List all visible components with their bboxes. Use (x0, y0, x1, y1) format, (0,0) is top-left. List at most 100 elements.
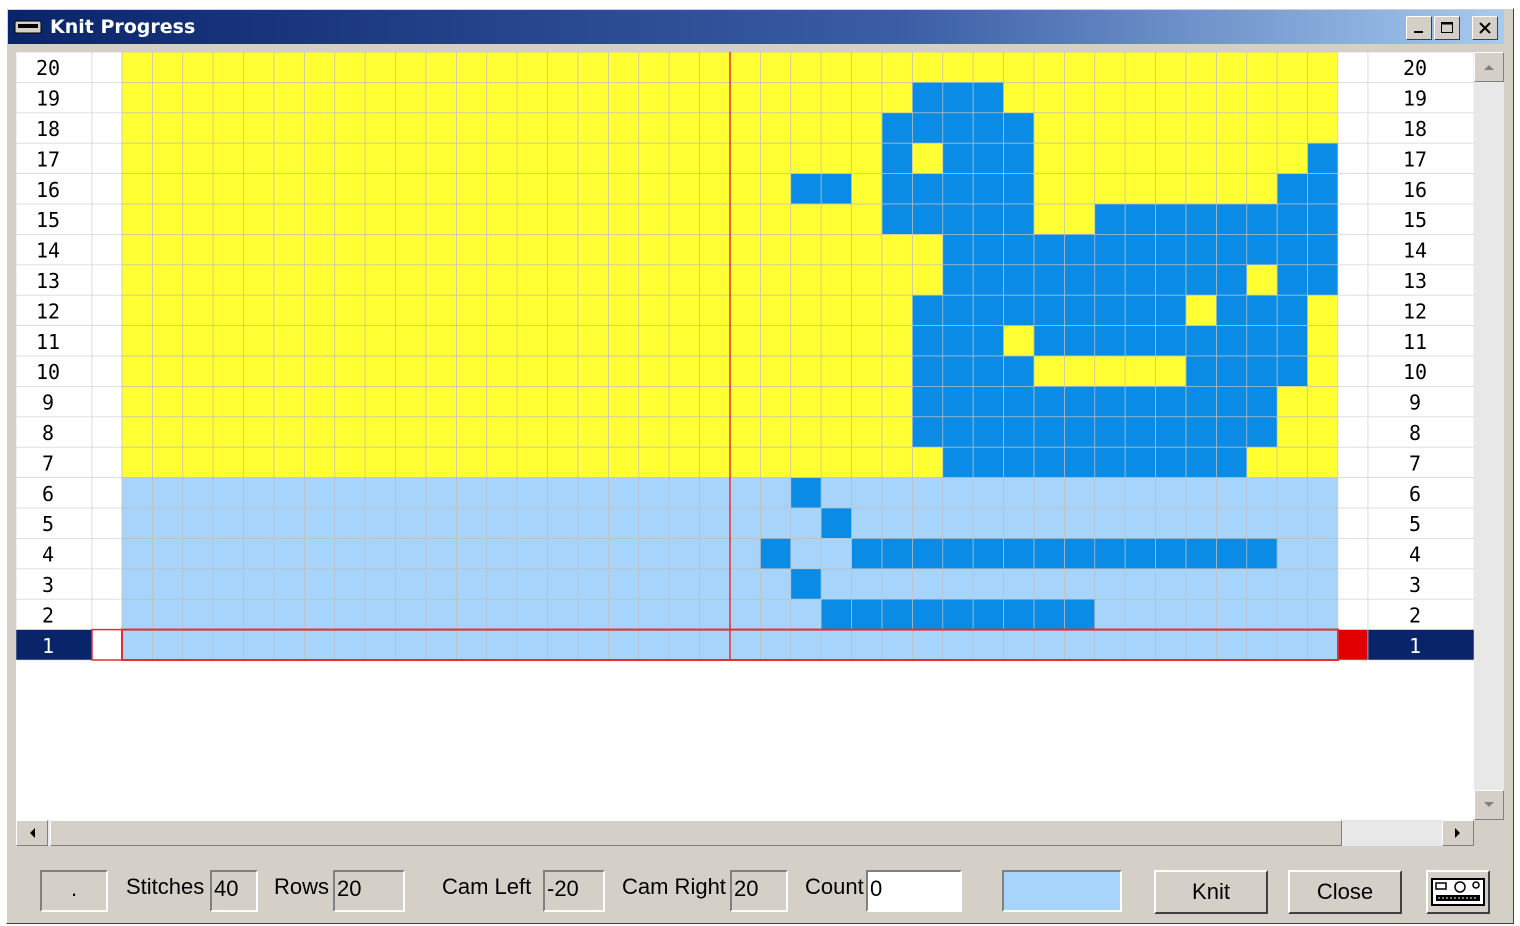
stitch-cell[interactable] (152, 568, 184, 600)
stitch-cell[interactable] (1216, 294, 1248, 326)
stitch-cell[interactable] (608, 507, 640, 539)
stitch-cell[interactable] (912, 507, 944, 539)
stitch-cell[interactable] (456, 477, 488, 509)
stitch-cell[interactable] (1124, 446, 1156, 478)
stitch-cell[interactable] (942, 568, 974, 600)
stitch-cell[interactable] (395, 507, 427, 539)
stitch-cell[interactable] (456, 234, 488, 266)
pattern-grid-area[interactable]: 20 20 19 19 18 18 17 17 16 16 15 15 14 14 13 13 12 12 11 11… (16, 52, 1474, 820)
stitch-cell[interactable] (851, 477, 883, 509)
stitch-cell[interactable] (152, 52, 184, 83)
stitch-cell[interactable] (243, 264, 275, 296)
stitch-cell[interactable] (486, 629, 518, 661)
stitch-cell[interactable] (304, 477, 336, 509)
stitch-cell[interactable] (1307, 82, 1339, 114)
stitch-cell[interactable] (668, 629, 700, 661)
stitch-cell[interactable] (1276, 477, 1308, 509)
stitch-cell[interactable] (1307, 538, 1339, 570)
stitch-cell[interactable] (304, 629, 336, 661)
stitch-cell[interactable] (881, 446, 913, 478)
pattern-row[interactable]: 77 (16, 446, 1474, 478)
stitch-cell[interactable] (516, 142, 548, 174)
pattern-row[interactable]: 19 19 (16, 82, 1474, 114)
stitch-cell[interactable] (912, 52, 944, 83)
stitch-cell[interactable] (212, 538, 244, 570)
stitch-cell[interactable] (456, 52, 488, 83)
stitch-cell[interactable] (1307, 264, 1339, 296)
stitch-cell[interactable] (364, 629, 396, 661)
stitch-cell[interactable] (243, 203, 275, 235)
stitch-cell[interactable] (364, 52, 396, 83)
stitch-cell[interactable] (456, 538, 488, 570)
stitch-cell[interactable] (121, 355, 153, 387)
stitch-cell[interactable] (152, 112, 184, 144)
stitch-cell[interactable] (547, 112, 579, 144)
stitch-cell[interactable] (547, 264, 579, 296)
stitch-cell[interactable] (547, 568, 579, 600)
stitch-cell[interactable] (972, 325, 1004, 357)
stitch-cell[interactable] (608, 446, 640, 478)
stitch-cell[interactable] (1216, 112, 1248, 144)
stitch-cell[interactable] (334, 538, 366, 570)
stitch-cell[interactable] (851, 264, 883, 296)
stitch-cell[interactable] (638, 142, 670, 174)
stitch-cell[interactable] (1033, 264, 1065, 296)
stitch-cell[interactable] (121, 538, 153, 570)
stitch-cell[interactable] (364, 82, 396, 114)
stitch-cell[interactable] (304, 446, 336, 478)
stitch-cell[interactable] (1155, 264, 1187, 296)
stitch-cell[interactable] (304, 568, 336, 600)
stitch-cell[interactable] (1094, 629, 1126, 661)
stitch-cell[interactable] (1216, 264, 1248, 296)
stitch-cell[interactable] (912, 416, 944, 448)
stitch-cell[interactable] (1185, 477, 1217, 509)
stitch-cell[interactable] (1185, 325, 1217, 357)
stitch-cell[interactable] (121, 386, 153, 418)
stitch-cell[interactable] (972, 264, 1004, 296)
stitch-cell[interactable] (608, 82, 640, 114)
stitch-cell[interactable] (486, 173, 518, 205)
stitch-cell[interactable] (364, 112, 396, 144)
stitch-cell[interactable] (1155, 568, 1187, 600)
stitch-cell[interactable] (516, 82, 548, 114)
stitch-cell[interactable] (1276, 294, 1308, 326)
stitch-cell[interactable] (608, 234, 640, 266)
stitch-cell[interactable] (364, 203, 396, 235)
pattern-row[interactable]: 99 (16, 386, 1474, 418)
stitch-cell[interactable] (699, 446, 731, 478)
scroll-right-button[interactable] (1442, 820, 1474, 846)
stitch-cell[interactable] (273, 629, 305, 661)
stitch-cell[interactable] (1094, 203, 1126, 235)
stitch-cell[interactable] (121, 598, 153, 630)
stitch-cell[interactable] (1155, 598, 1187, 630)
stitch-cell[interactable] (1307, 325, 1339, 357)
pattern-row[interactable]: 10 10 (16, 355, 1474, 387)
stitch-cell[interactable] (547, 416, 579, 448)
stitch-cell[interactable] (1185, 234, 1217, 266)
stitch-cell[interactable] (1185, 203, 1217, 235)
stitch-cell[interactable] (182, 507, 214, 539)
stitch-cell[interactable] (364, 325, 396, 357)
stitch-cell[interactable] (1094, 82, 1126, 114)
stitch-cell[interactable] (1094, 173, 1126, 205)
stitch-cell[interactable] (912, 598, 944, 630)
stitch-cell[interactable] (942, 264, 974, 296)
stitch-cell[interactable] (395, 477, 427, 509)
stitch-cell[interactable] (121, 112, 153, 144)
stitch-cell[interactable] (577, 264, 609, 296)
stitch-cell[interactable] (456, 386, 488, 418)
scroll-left-button[interactable] (16, 820, 48, 846)
stitch-cell[interactable] (395, 203, 427, 235)
stitch-cell[interactable] (456, 355, 488, 387)
stitch-cell[interactable] (1276, 112, 1308, 144)
stitch-cell[interactable] (516, 325, 548, 357)
stitch-cell[interactable] (729, 538, 761, 570)
stitch-cell[interactable] (304, 355, 336, 387)
stitch-cell[interactable] (1246, 264, 1278, 296)
stitch-cell[interactable] (668, 598, 700, 630)
stitch-cell[interactable] (1003, 234, 1035, 266)
stitch-cell[interactable] (1064, 538, 1096, 570)
stitch-cell[interactable] (1124, 629, 1156, 661)
stitch-cell[interactable] (668, 477, 700, 509)
stitch-cell[interactable] (243, 234, 275, 266)
